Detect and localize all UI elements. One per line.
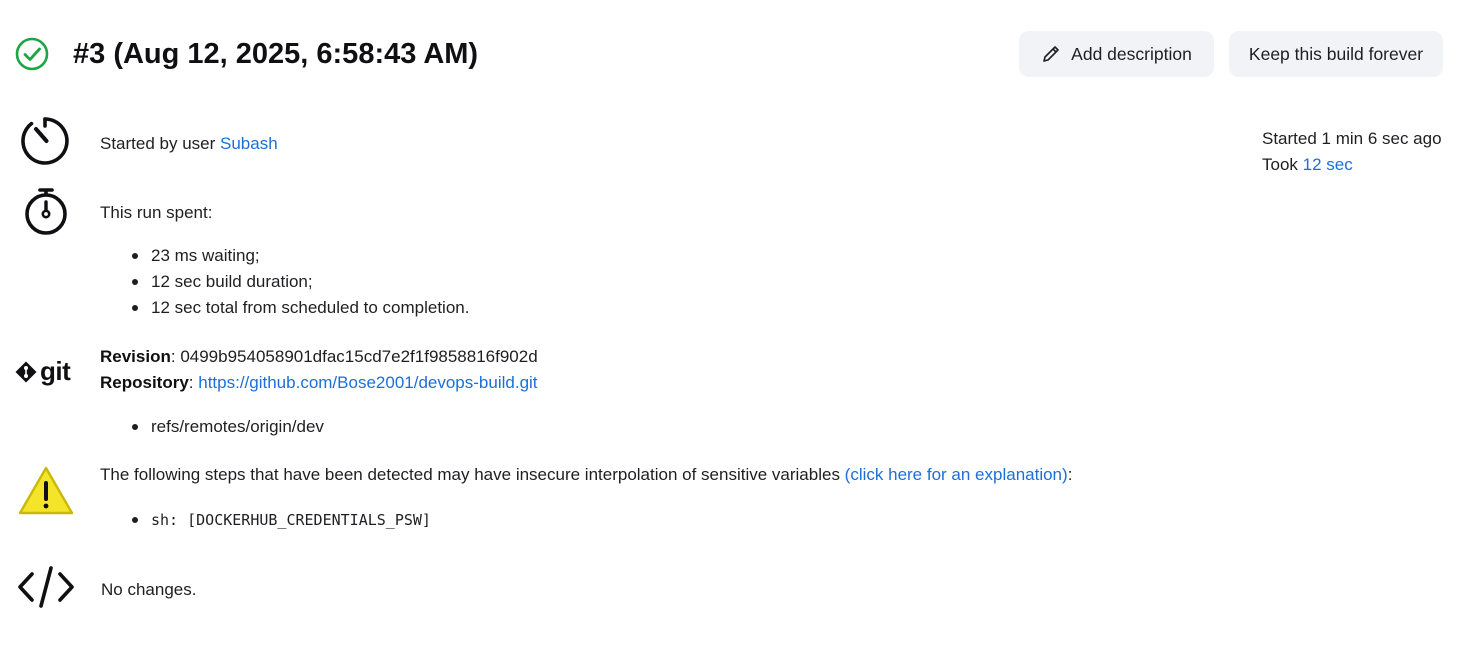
refs-list: refs/remotes/origin/dev [130,414,324,440]
list-item: sh: [DOCKERHUB_CREDENTIALS_PSW] [130,507,431,533]
git-diamond-icon [15,361,37,383]
revision-hash: 0499b954058901dfac15cd7e2f1f9858816f902d [180,347,538,366]
page-title: #3 (Aug 12, 2025, 6:58:43 AM) [73,38,479,70]
stopwatch-icon [25,188,67,235]
took-duration: Took 12 sec [1262,155,1353,174]
add-description-button[interactable]: Add description [1019,31,1214,77]
timing-heading: This run spent: [100,203,213,222]
repository-line: Repository: https://github.com/Bose2001/… [100,373,538,392]
timer-icon [21,117,69,165]
pencil-icon [1043,46,1059,62]
warning-text: The following steps that have been detec… [100,465,1073,484]
insecure-steps-list: sh: [DOCKERHUB_CREDENTIALS_PSW] [130,507,431,533]
user-link[interactable]: Subash [220,134,278,153]
started-ago: Started 1 min 6 sec ago [1262,129,1442,148]
list-item: refs/remotes/origin/dev [130,414,324,440]
explanation-link[interactable]: (click here for an explanation) [845,465,1068,484]
keep-forever-button[interactable]: Keep this build forever [1229,31,1443,77]
started-by-text: Started by user Subash [100,134,278,153]
repository-link[interactable]: https://github.com/Bose2001/devops-build… [198,373,537,392]
list-item: 12 sec build duration; [130,269,469,295]
build-header: #3 (Aug 12, 2025, 6:58:43 AM) Add descri… [0,0,1460,110]
list-item: 23 ms waiting; [130,243,469,269]
check-circle-icon [15,37,49,71]
add-description-label: Add description [1071,43,1192,64]
changes-text: No changes. [101,580,197,599]
code-icon [18,566,74,608]
took-duration-link[interactable]: 12 sec [1303,155,1353,174]
warning-icon [18,466,74,515]
list-item: 12 sec total from scheduled to completio… [130,295,469,321]
git-logo-icon: git [15,356,79,390]
timing-list: 23 ms waiting; 12 sec build duration; 12… [130,243,469,321]
revision-line: Revision: 0499b954058901dfac15cd7e2f1f98… [100,347,538,366]
git-logo-text: git [40,356,71,386]
